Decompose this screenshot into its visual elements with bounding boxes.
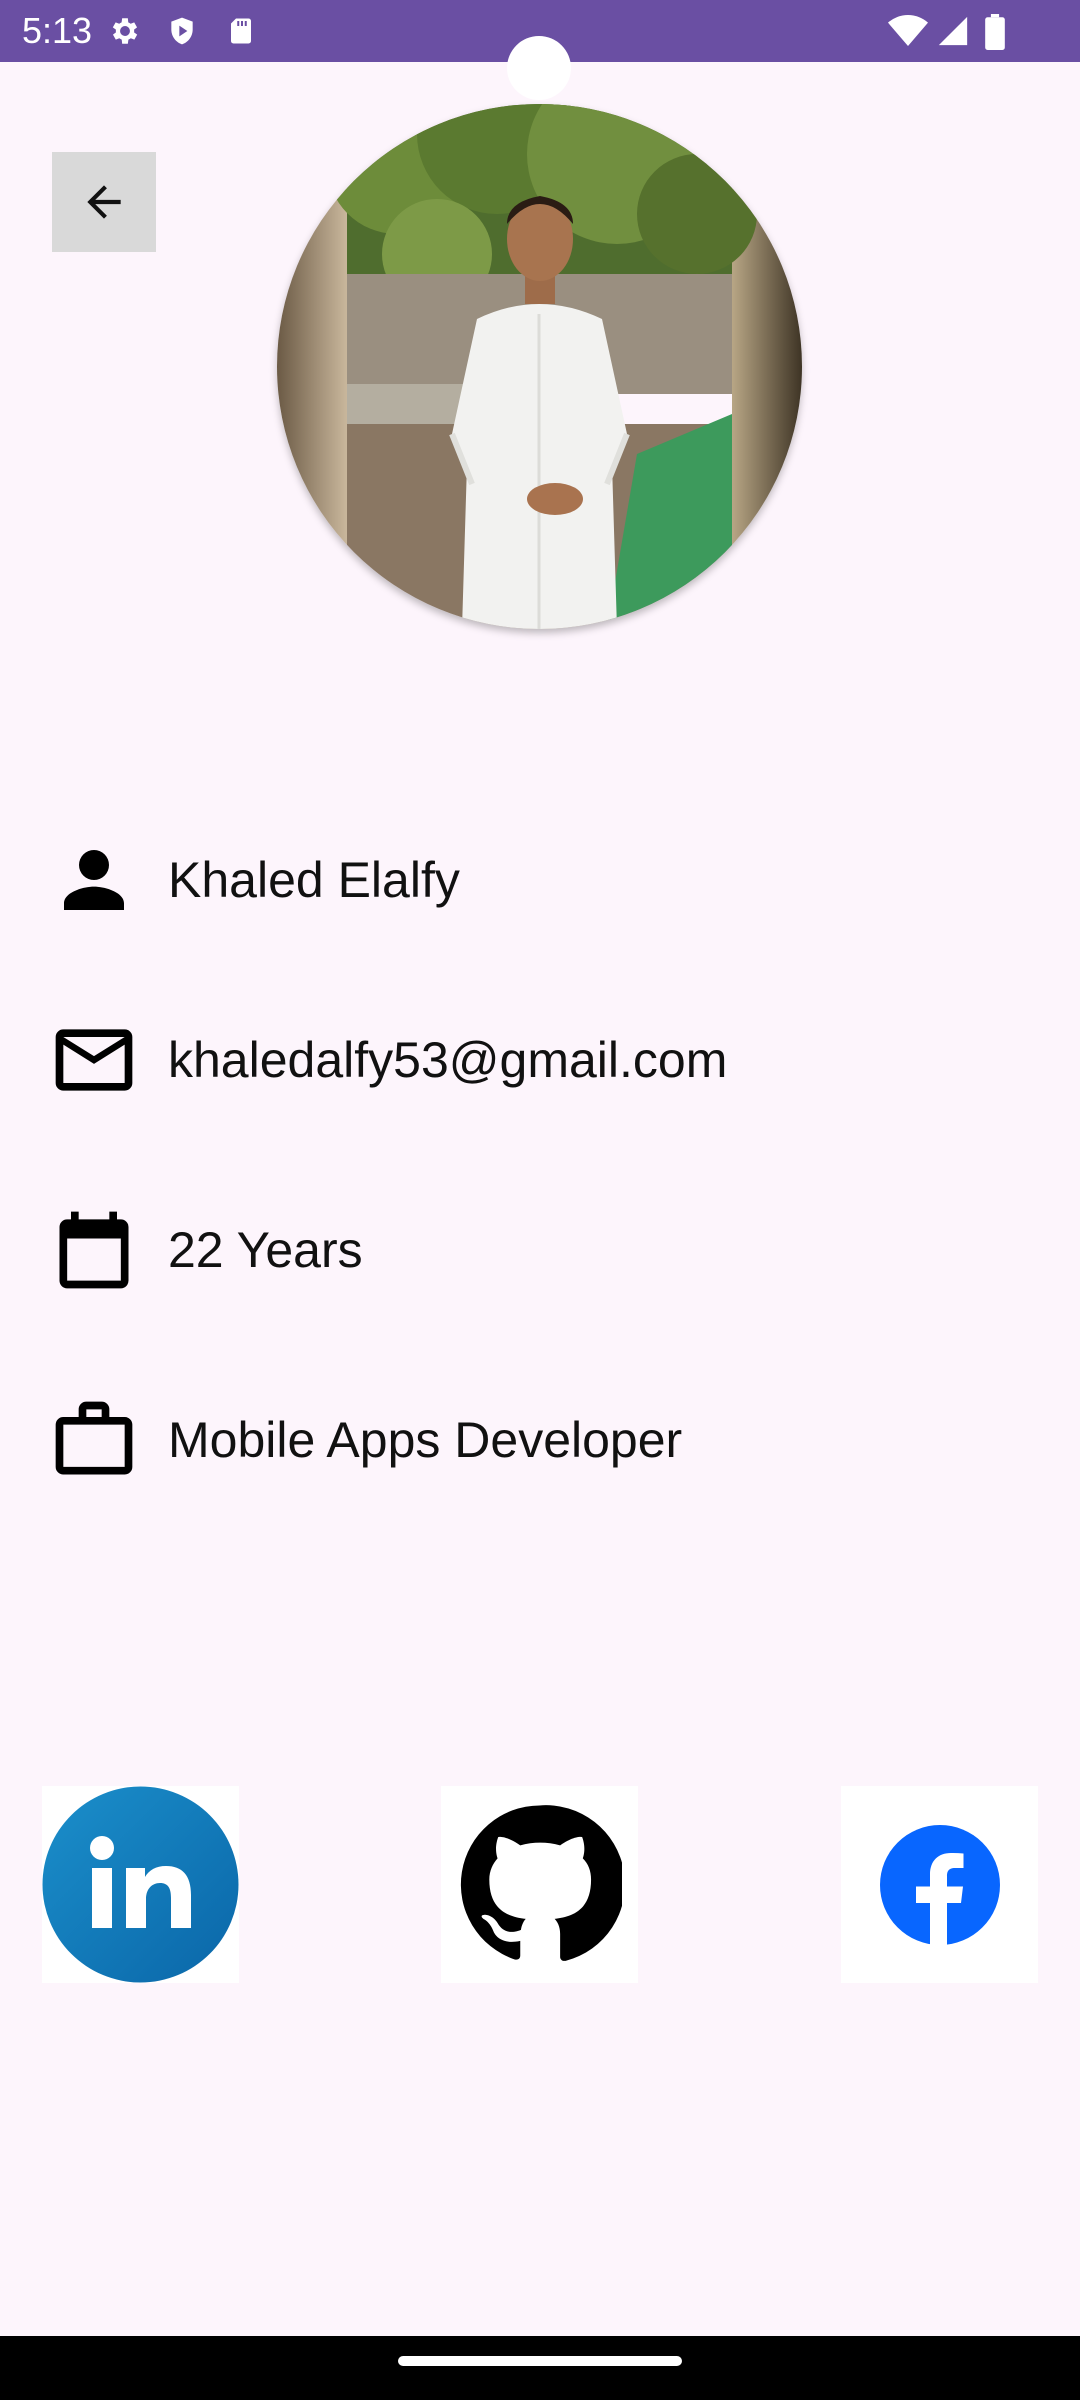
linkedin-icon [42,1786,239,1983]
wifi-icon [888,15,928,46]
github-button[interactable] [441,1786,638,1983]
person-icon [48,834,140,926]
profile-email: khaledalfy53@gmail.com [168,1032,728,1088]
github-icon [460,1805,622,1961]
battery-icon [985,14,1005,50]
navigation-bar [0,2336,1080,2400]
age-row: 22 Years [48,1200,1048,1300]
shield-icon [171,17,193,45]
profile-age: 22 Years [168,1222,363,1278]
settings-icon [112,18,138,44]
linkedin-button[interactable] [42,1786,239,1983]
profile-name: Khaled Elalfy [168,852,460,908]
back-button[interactable] [52,152,156,252]
mail-icon [48,1014,140,1106]
signal-icon [938,16,968,46]
home-handle[interactable] [398,2356,682,2366]
facebook-icon [879,1824,1000,1945]
briefcase-icon [48,1394,140,1486]
sd-card-icon [231,18,251,44]
arrow-back-icon [87,185,121,219]
email-row: khaledalfy53@gmail.com [48,1010,1048,1110]
calendar-icon [48,1204,140,1296]
camera-cutout [507,36,571,100]
facebook-button[interactable] [841,1786,1038,1983]
profile-photo [277,104,802,629]
name-row: Khaled Elalfy [48,830,1048,930]
profile-job: Mobile Apps Developer [168,1412,683,1468]
job-row: Mobile Apps Developer [48,1390,1048,1490]
status-time: 5:13 [22,10,93,51]
